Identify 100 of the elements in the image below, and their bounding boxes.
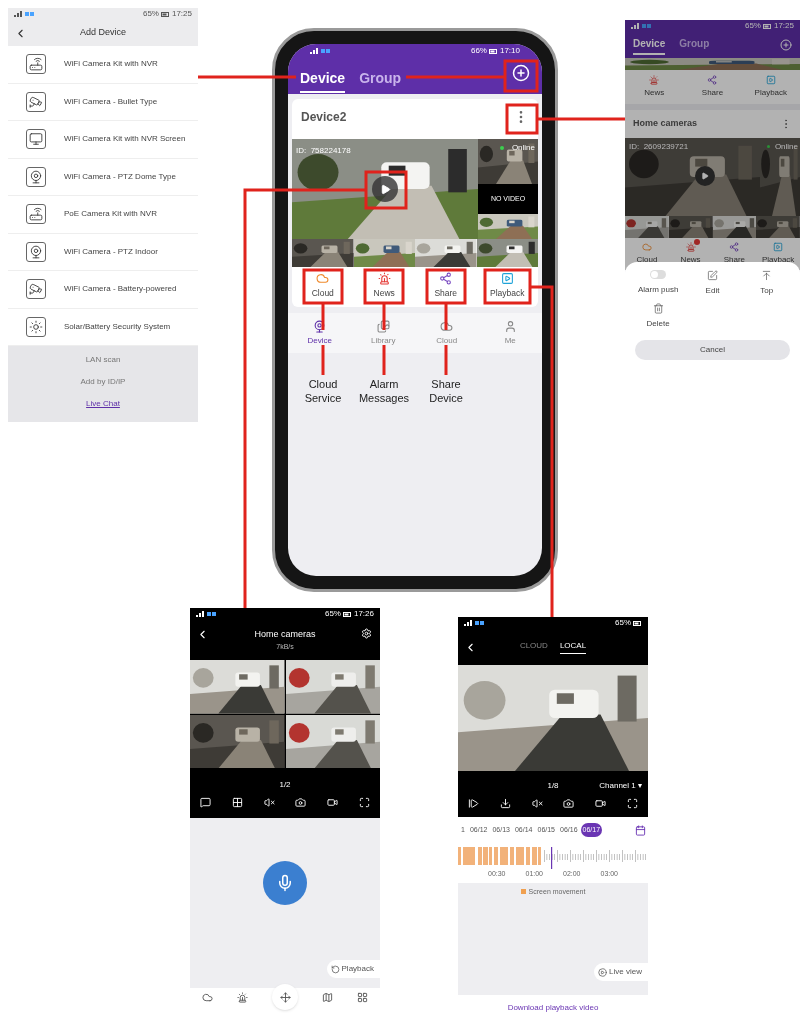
share-icon	[707, 75, 718, 85]
tab[interactable]: LOCAL	[559, 640, 587, 654]
alarm-button[interactable]: News	[353, 267, 415, 305]
battery-percent: 65%	[744, 22, 761, 30]
online-status: Online	[511, 142, 535, 154]
playback-button[interactable]: Playback	[476, 267, 538, 305]
download-icon[interactable]	[500, 797, 511, 809]
battery-percent: 65%	[142, 10, 159, 18]
highlight-frame	[425, 268, 467, 305]
tab[interactable]: CLOUD	[519, 640, 548, 654]
add-icon[interactable]	[780, 39, 792, 51]
footer-link[interactable]: Add by ID/IP	[80, 376, 126, 388]
camera-icon[interactable]	[563, 797, 575, 809]
footer-link[interactable]: Live Chat	[86, 398, 120, 410]
page-indicator: 1/2	[279, 778, 291, 791]
fullscreen-icon[interactable]	[358, 796, 370, 808]
nav-tab[interactable]: Cloud	[415, 313, 479, 353]
images-icon	[376, 319, 390, 333]
channel-selector[interactable]: Channel 1 ▾	[599, 779, 642, 792]
microphone-button[interactable]	[263, 861, 307, 905]
microphone-icon	[276, 874, 294, 892]
battery-icon	[160, 11, 170, 17]
camera-icon[interactable]	[295, 796, 307, 808]
nav-tab[interactable]: Device	[288, 313, 352, 353]
callout-label: Alarm Messages	[357, 377, 411, 405]
nav-tab[interactable]: Me	[478, 313, 542, 353]
grid-icon[interactable]	[232, 796, 243, 808]
tab[interactable]: Device	[300, 68, 346, 93]
highlight-frame	[302, 268, 344, 305]
device-type-item[interactable]: PoE Camera Kit with NVR	[8, 196, 198, 234]
pin-top-icon	[761, 270, 773, 281]
chat-icon[interactable]	[200, 796, 212, 808]
device-type-item[interactable]: WiFi Camera - PTZ Dome Type	[8, 158, 198, 196]
joystick-button[interactable]	[272, 984, 298, 1010]
siren-icon[interactable]	[237, 992, 248, 1003]
highlight-frame	[503, 59, 539, 93]
video-icon[interactable]	[594, 797, 606, 809]
siren-icon	[685, 242, 696, 252]
tab[interactable]: Device	[633, 35, 666, 55]
video-icon[interactable]	[326, 796, 338, 808]
device-name: Home cameras	[633, 117, 698, 131]
legend-swatch	[520, 889, 526, 895]
play-icon	[598, 967, 608, 977]
battery-icon	[633, 620, 642, 626]
signal-icon	[310, 48, 332, 54]
option-button[interactable]: Top	[739, 270, 794, 297]
video-play-icon	[765, 75, 776, 85]
option-button[interactable]: Delete	[631, 303, 686, 330]
cloud-icon[interactable]	[202, 992, 213, 1003]
joystick-icon	[279, 991, 291, 1003]
tab[interactable]: Group	[359, 68, 402, 93]
signal-icon	[464, 620, 486, 626]
playback-button[interactable]: Playback	[326, 960, 380, 978]
step-play-icon[interactable]	[468, 797, 480, 809]
device-type-item[interactable]: WiFi Camera - Battery-powered	[8, 271, 198, 309]
option-button[interactable]: Edit	[685, 270, 740, 297]
user-icon	[503, 319, 517, 333]
screen-title: Home cameras	[254, 628, 316, 641]
signal-icon	[631, 23, 653, 29]
settings-icon[interactable]	[361, 628, 372, 639]
device-type-item[interactable]: WiFi Camera - Bullet Type	[8, 83, 198, 121]
calendar-icon[interactable]	[635, 824, 646, 836]
callout-label: Cloud Service	[303, 377, 343, 405]
replay-icon	[330, 964, 340, 974]
device-type-item[interactable]: WiFi Camera Kit with NVR	[8, 46, 198, 84]
add-icon[interactable]	[512, 63, 530, 82]
callout-label: Share Device	[428, 377, 464, 405]
battery-icon	[342, 611, 352, 617]
map-icon[interactable]	[322, 992, 333, 1003]
battery-percent: 65%	[615, 619, 631, 627]
clock-time: 17:26	[353, 610, 374, 618]
live-view-button[interactable]: Live view	[594, 963, 648, 981]
download-link[interactable]: Download playback video	[458, 1002, 648, 1014]
option-button[interactable]: Alarm push	[631, 270, 686, 297]
trash-icon	[652, 303, 664, 314]
cloud-button[interactable]: Cloud	[292, 267, 354, 305]
share-button[interactable]: Share	[683, 70, 742, 104]
edit-icon	[707, 270, 718, 281]
cloud-icon	[316, 272, 330, 286]
highlight-frame	[363, 268, 405, 305]
device-name: Device2	[301, 108, 347, 126]
fullscreen-icon[interactable]	[626, 797, 638, 809]
device-type-item[interactable]: WiFi Camera - PTZ Indoor	[8, 233, 198, 271]
mute-icon[interactable]	[263, 796, 275, 808]
playback-button[interactable]: Playback	[741, 70, 800, 104]
siren-icon	[649, 75, 660, 85]
clock-time: 17:10	[499, 47, 520, 55]
cancel-button[interactable]: Cancel	[635, 340, 790, 360]
siren-icon	[377, 272, 391, 286]
share-button[interactable]: Share	[415, 267, 477, 305]
battery-icon	[488, 48, 498, 54]
footer-link[interactable]: LAN scan	[85, 354, 121, 366]
screen-title: Add Device	[80, 26, 126, 40]
cloud-icon	[641, 242, 652, 252]
toggle-switch[interactable]	[650, 270, 667, 279]
mute-icon[interactable]	[531, 797, 543, 809]
alarm-button[interactable]: News	[625, 70, 684, 104]
highlight-frame	[483, 268, 532, 305]
device-type-item[interactable]: WiFi Camera Kit with NVR Screen	[8, 121, 198, 159]
highlight-frame	[505, 103, 539, 135]
